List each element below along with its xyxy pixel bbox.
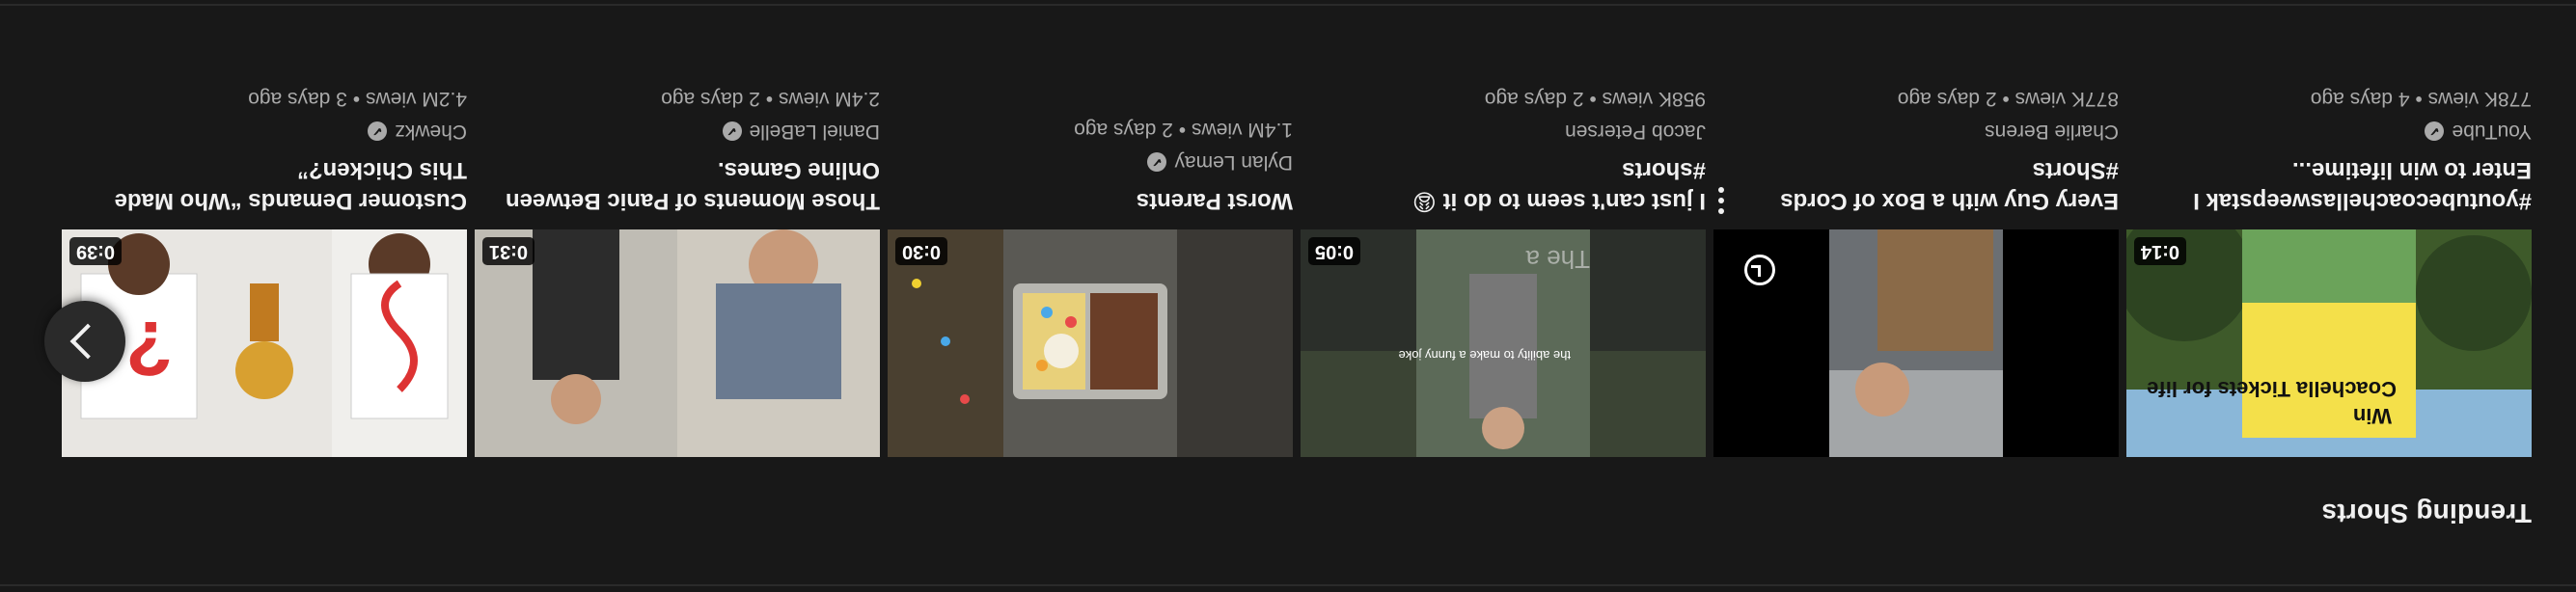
- video-stats: 877K views • 2 days ago: [1713, 83, 2119, 110]
- separator: •: [1178, 119, 1187, 141]
- video-stats: 958K views • 2 days ago: [1301, 83, 1706, 110]
- duration-badge: 0:30: [895, 237, 948, 265]
- verified-icon: ✔: [368, 121, 388, 141]
- divider-bottom: [0, 4, 2576, 6]
- thumb-text: Coachella Tickets for life: [2147, 377, 2397, 401]
- short-title[interactable]: Customer Demands “Who Made This Chicken?…: [91, 154, 467, 216]
- short-thumbnail[interactable]: 0:30: [888, 229, 1293, 457]
- short-title[interactable]: Every Guy with a Box of Cords #Shorts: [1742, 154, 2119, 216]
- hover-actions: [1742, 229, 1777, 285]
- channel-name[interactable]: Charlie Berens: [1985, 120, 2119, 143]
- thumbnail-image: the ability to make a funny joke The a: [1301, 229, 1706, 457]
- video-stats: 778K views • 4 days ago: [2126, 83, 2532, 110]
- short-meta: Customer Demands “Who Made This Chicken?…: [62, 42, 467, 216]
- separator: •: [1589, 88, 1597, 110]
- video-stats: 4.2M views • 3 days ago: [62, 83, 467, 110]
- short-meta: #youtubecoachellasweepstak I Enter to wi…: [2126, 42, 2532, 216]
- thumb-text: the ability to make a funny joke: [1399, 348, 1572, 363]
- separator: •: [2002, 88, 2010, 110]
- thumbnail-image: Win Coachella Tickets for life: [2126, 229, 2532, 457]
- clock-icon[interactable]: [1744, 255, 1775, 285]
- chevron-right-icon: [69, 323, 106, 360]
- short-title[interactable]: Worst Parents: [917, 185, 1293, 216]
- channel-row: YouTube ✔: [2126, 118, 2532, 145]
- short-thumbnail[interactable]: [1713, 229, 2119, 457]
- short-meta: Worst Parents Dylan Lemay ✔ 1.4M views •…: [888, 42, 1293, 216]
- duration-badge: 0:05: [1308, 237, 1361, 265]
- short-thumbnail[interactable]: 0:31: [475, 229, 880, 457]
- view-count: 958K views: [1602, 88, 1706, 110]
- separator: •: [352, 88, 361, 110]
- upload-age: 2 days ago: [661, 88, 760, 110]
- duration-badge: 0:14: [2134, 237, 2187, 265]
- short-card[interactable]: 0:31 Those Moments of Panic Between Onli…: [475, 42, 880, 457]
- view-count: 1.4M views: [1191, 119, 1293, 141]
- channel-row: Dylan Lemay ✔: [888, 148, 1293, 175]
- short-thumbnail[interactable]: the ability to make a funny joke The a 0…: [1301, 229, 1706, 457]
- divider-top: [0, 584, 2576, 586]
- upload-age: 2 days ago: [1074, 119, 1173, 141]
- thumbnail-image: [888, 229, 1293, 457]
- trending-shorts-shelf: Trending Shorts Win Coachella Tickets fo…: [0, 0, 2576, 592]
- view-count: 4.2M views: [365, 88, 467, 110]
- short-meta: Every Guy with a Box of Cords #Shorts Ch…: [1713, 42, 2119, 216]
- thumb-text: ?: [125, 306, 173, 391]
- upload-age: 3 days ago: [248, 88, 347, 110]
- more-vert-icon[interactable]: [1708, 181, 1735, 220]
- thumbnail-image: [475, 229, 880, 457]
- view-count: 877K views: [2014, 88, 2119, 110]
- channel-row: Daniel LaBelle ✔: [475, 118, 880, 145]
- channel-name[interactable]: Daniel LaBelle: [750, 120, 880, 143]
- channel-row: Chewkz ✔: [62, 118, 467, 145]
- view-count: 2.4M views: [778, 88, 880, 110]
- upload-age: 4 days ago: [2310, 88, 2410, 110]
- view-count: 778K views: [2427, 88, 2532, 110]
- verified-icon: ✔: [1147, 152, 1167, 172]
- separator: •: [765, 88, 774, 110]
- channel-name[interactable]: Chewkz: [395, 120, 467, 143]
- caption-text: The a: [1525, 245, 1590, 274]
- verified-icon: ✔: [722, 121, 742, 141]
- short-card[interactable]: ? 0:39 Customer Demands “Who Made This C…: [62, 42, 467, 457]
- short-card[interactable]: Win Coachella Tickets for life 0:14 #you…: [2126, 42, 2532, 457]
- duration-badge: 0:31: [482, 237, 535, 265]
- short-card[interactable]: Every Guy with a Box of Cords #Shorts Ch…: [1713, 42, 2119, 457]
- channel-name[interactable]: YouTube: [2452, 120, 2532, 143]
- channel-row: Charlie Berens: [1713, 118, 2119, 145]
- separator: •: [2415, 88, 2423, 110]
- short-title[interactable]: I just can't seem to do it 😩 #shorts: [1329, 154, 1706, 216]
- upload-age: 2 days ago: [1897, 88, 1997, 110]
- shorts-row: Win Coachella Tickets for life 0:14 #you…: [33, 42, 2532, 457]
- short-title[interactable]: Those Moments of Panic Between Online Ga…: [504, 154, 880, 216]
- verified-icon: ✔: [2425, 121, 2445, 141]
- short-title[interactable]: #youtubecoachellasweepstak I Enter to wi…: [2155, 154, 2532, 216]
- section-title: Trending Shorts: [2321, 498, 2532, 528]
- video-stats: 2.4M views • 2 days ago: [475, 83, 880, 110]
- short-meta: I just can't seem to do it 😩 #shorts Jac…: [1301, 42, 1706, 216]
- short-meta: Those Moments of Panic Between Online Ga…: [475, 42, 880, 216]
- video-stats: 1.4M views • 2 days ago: [888, 114, 1293, 141]
- short-thumbnail[interactable]: Win Coachella Tickets for life 0:14: [2126, 229, 2532, 457]
- short-card[interactable]: 0:30 Worst Parents Dylan Lemay ✔ 1.4M vi…: [888, 42, 1293, 457]
- channel-row: Jacob Petersen: [1301, 118, 1706, 145]
- duration-badge: 0:39: [69, 237, 123, 265]
- channel-name[interactable]: Dylan Lemay: [1174, 150, 1293, 174]
- next-shorts-button[interactable]: [44, 301, 125, 382]
- channel-name[interactable]: Jacob Petersen: [1565, 120, 1706, 143]
- short-card[interactable]: the ability to make a funny joke The a 0…: [1301, 42, 1706, 457]
- upload-age: 2 days ago: [1484, 88, 1584, 110]
- thumb-text-top: Win: [2353, 404, 2392, 428]
